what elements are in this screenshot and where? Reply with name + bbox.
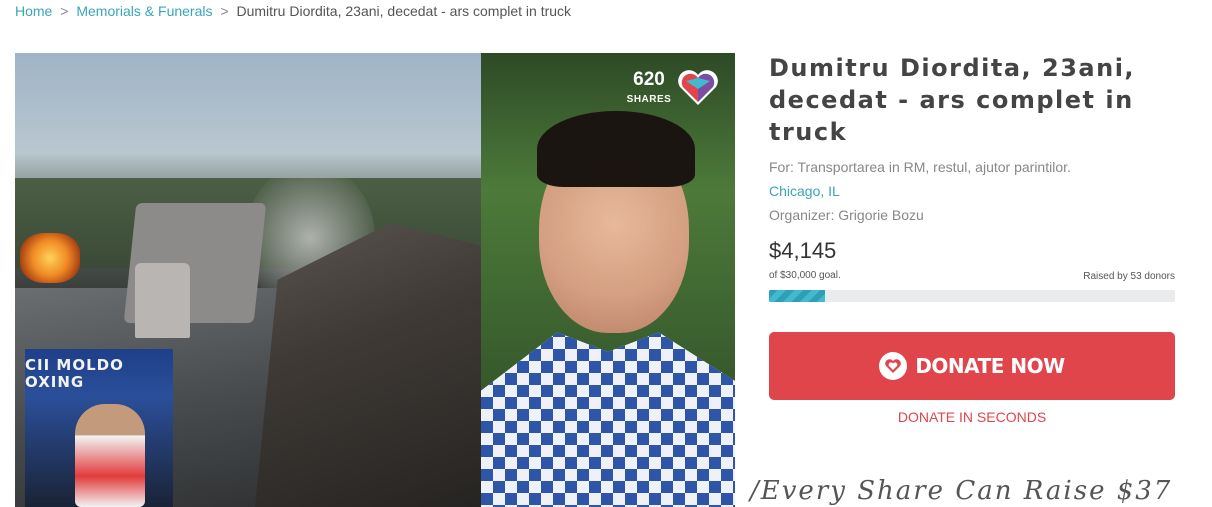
campaign-for: For: Transportarea in RM, restul, ajutor… [769,159,1071,175]
campaign-meta: For: Transportarea in RM, restul, ajutor… [769,155,1175,227]
truck-fire-photo: CII MOLDO OXING [15,53,481,507]
breadcrumb: Home > Memorials & Funerals > Dumitru Di… [15,3,571,19]
donate-now-label: DONATE NOW [915,354,1065,378]
progress-bar [769,290,1175,302]
portrait-shirt [481,332,735,507]
boxing-inset-photo: CII MOLDO OXING [25,349,173,507]
progress-bar-fill [769,290,826,302]
amount-raised: $4,145 [769,238,837,263]
breadcrumb-separator: > [220,3,229,19]
shares-label: SHARES [626,94,672,105]
campaign-title: Dumitru Diordita, 23ani, decedat - ars c… [769,54,1136,146]
campaign-info: Dumitru Diordita, 23ani, decedat - ars c… [769,52,1175,227]
shares-counter[interactable]: 620 SHARES [625,69,719,109]
breadcrumb-current: Dumitru Diordita, 23ani, decedat - ars c… [236,3,572,19]
breadcrumb-separator: > [60,3,69,19]
donor-count: Raised by 53 donors [1083,271,1175,282]
heart-icon [678,70,718,105]
shares-count: 620 [633,69,665,90]
inset-person [75,404,145,507]
campaign-organizer: Organizer: Grigorie Bozu [769,207,924,223]
breadcrumb-home-link[interactable]: Home [15,3,52,19]
donate-in-seconds-link[interactable]: DONATE IN SECONDS [769,409,1175,425]
inset-banner-text: CII MOLDO OXING [25,356,124,391]
heart-icon [879,352,908,380]
photo-truck-cab [135,263,190,338]
portrait-hair [537,111,695,187]
campaign-location-link[interactable]: Chicago, IL [769,179,1175,203]
donate-now-button[interactable]: DONATE NOW [769,332,1175,400]
portrait-photo [481,53,735,507]
photo-fire [20,233,80,283]
breadcrumb-category-link[interactable]: Memorials & Funerals [76,3,212,19]
campaign-media[interactable]: CII MOLDO OXING 620 SHARES [15,53,735,507]
goal-text: of $30,000 goal. [769,270,841,281]
share-raise-text: /Every Share Can Raise $37 [750,476,1173,506]
